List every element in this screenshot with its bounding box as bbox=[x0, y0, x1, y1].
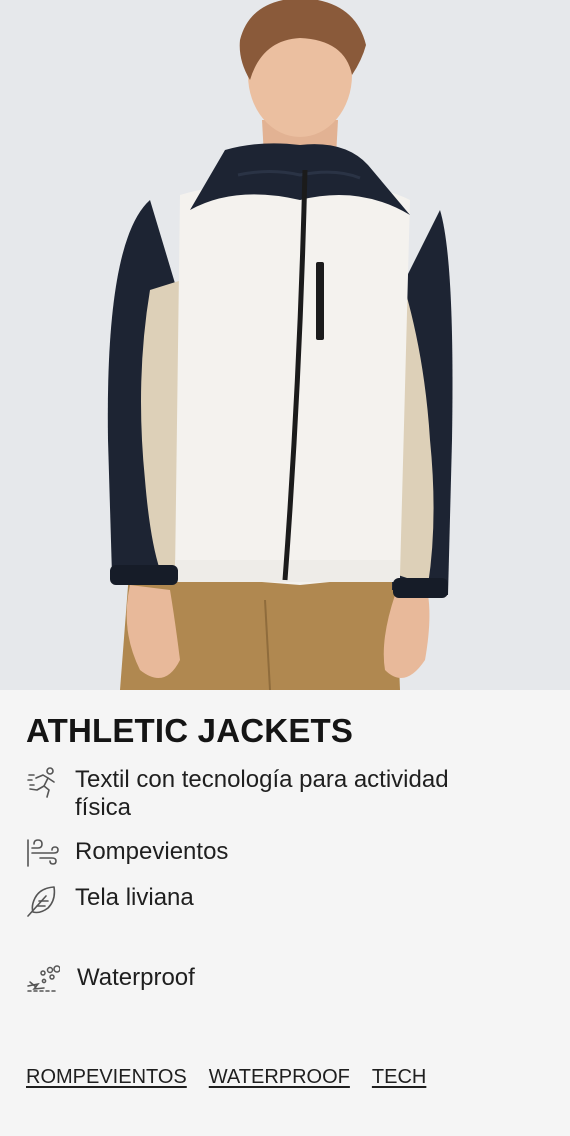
feather-icon bbox=[27, 886, 56, 917]
rain-drops-icon bbox=[27, 965, 60, 992]
tag-link-waterproof[interactable]: WATERPROOF bbox=[209, 1066, 350, 1089]
wind-icon bbox=[27, 839, 59, 867]
feature-item-activity: Textil con tecnología para actividad fís… bbox=[26, 766, 475, 822]
product-info-panel: ATHLETIC JACKETS Textil con tecnología p… bbox=[0, 690, 570, 1136]
product-title: ATHLETIC JACKETS bbox=[26, 712, 354, 749]
feature-item-lightweight: Tela liviana bbox=[26, 884, 475, 918]
feature-text: Waterproof bbox=[77, 964, 195, 991]
tag-link-tech[interactable]: TECH bbox=[372, 1066, 426, 1089]
feature-item-waterproof: Waterproof bbox=[26, 964, 477, 998]
jacket-model-illustration bbox=[0, 0, 570, 690]
feature-text: Rompevientos bbox=[75, 838, 229, 865]
runner-icon bbox=[27, 767, 55, 798]
tag-link-rompevientos[interactable]: ROMPEVIENTOS bbox=[26, 1066, 187, 1089]
tag-list: ROMPEVIENTOS WATERPROOF TECH bbox=[26, 1066, 448, 1089]
feature-text: Tela liviana bbox=[75, 884, 194, 911]
feature-text: Textil con tecnología para actividad fís… bbox=[75, 766, 449, 821]
feature-item-windbreaker: Rompevientos bbox=[26, 838, 475, 872]
product-image[interactable] bbox=[0, 0, 570, 690]
